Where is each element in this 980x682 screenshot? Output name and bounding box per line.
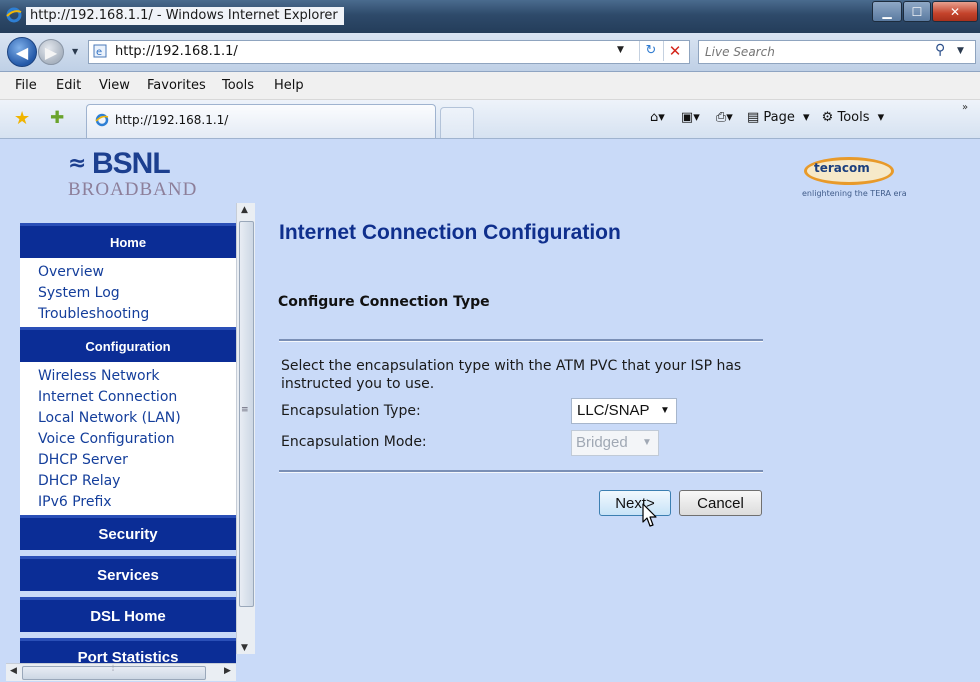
sidebar-link-internet-connection[interactable]: Internet Connection — [38, 387, 236, 408]
tools-menu-label: Tools — [837, 110, 870, 125]
window-title: http://192.168.1.1/ - Windows Internet E… — [26, 7, 344, 25]
menu-favorites[interactable]: Favorites — [147, 78, 206, 93]
chevron-down-icon: ▼ — [642, 437, 652, 448]
new-tab-button[interactable] — [440, 107, 474, 138]
home-icon[interactable]: ⌂▾ — [650, 110, 665, 125]
scroll-down-icon[interactable]: ▼ — [241, 643, 248, 653]
scroll-grip-icon: ≡ — [241, 405, 249, 415]
scroll-grip-horizontal-icon: ⦙ — [112, 664, 115, 674]
encapsulation-type-value: LLC/SNAP — [577, 402, 650, 419]
page-menu-label: Page — [763, 110, 795, 125]
nav-header-security[interactable]: Security — [20, 515, 236, 550]
print-icon[interactable]: ⎙▾ — [716, 110, 733, 125]
bsnl-swoosh-icon: ≈ — [68, 151, 87, 176]
encapsulation-mode-value: Bridged — [576, 434, 628, 451]
next-button[interactable]: Next> — [599, 490, 671, 516]
svg-text:e: e — [96, 47, 102, 58]
instructions-text: Select the encapsulation type with the A… — [281, 358, 742, 392]
refresh-icon[interactable]: ↻ — [639, 41, 662, 61]
tab-title: http://192.168.1.1/ — [115, 113, 229, 127]
page-icon: e — [93, 44, 107, 58]
brand-subtitle: BROADBAND — [68, 179, 198, 200]
sidebar-link-local-network[interactable]: Local Network (LAN) — [38, 408, 236, 429]
menu-bar: File Edit View Favorites Tools Help — [0, 72, 980, 100]
add-favorite-icon[interactable]: ✚ — [50, 108, 64, 128]
brand-name: BSNL — [92, 147, 171, 180]
tools-menu-button[interactable]: ⚙ Tools ▾ — [822, 110, 885, 125]
chevron-down-icon: ▼ — [660, 405, 670, 416]
command-tools: ⌂▾ ▣▾ ⎙▾ ▤ Page ▾ ⚙ Tools ▾ — [650, 110, 888, 125]
sidebar-horizontal-scrollbar[interactable]: ◀ ⦙ ▶ — [6, 663, 236, 681]
nav-header-dsl-home[interactable]: DSL Home — [20, 597, 236, 632]
close-button[interactable]: ✕ — [932, 1, 978, 22]
nav-header-services[interactable]: Services — [20, 556, 236, 591]
scroll-right-icon[interactable]: ▶ — [224, 666, 231, 676]
tab-current[interactable]: http://192.168.1.1/ — [86, 104, 436, 138]
chevron-more-icon[interactable]: » — [962, 102, 968, 113]
sidebar-vertical-scrollbar[interactable]: ▲ ≡ ▼ — [236, 203, 255, 654]
partner-name: teracom — [814, 161, 870, 175]
back-button[interactable]: ◀ — [7, 37, 37, 67]
page-menu-button[interactable]: ▤ Page ▾ — [747, 110, 810, 125]
nav-header-configuration[interactable]: Configuration — [20, 327, 236, 362]
scroll-up-icon[interactable]: ▲ — [241, 205, 248, 215]
sidebar-link-system-log[interactable]: System Log — [38, 283, 236, 304]
configuration-links: Wireless Network Internet Connection Loc… — [20, 362, 236, 515]
url-text: http://192.168.1.1/ — [115, 44, 238, 59]
teracom-logo: teracom enlightening the TERA era — [796, 149, 926, 201]
page-icon — [95, 113, 109, 127]
sidebar-link-voice-configuration[interactable]: Voice Configuration — [38, 429, 236, 450]
cancel-button[interactable]: Cancel — [679, 490, 762, 516]
divider — [279, 470, 763, 473]
sidebar-link-dhcp-server[interactable]: DHCP Server — [38, 450, 236, 471]
minimize-button[interactable]: ▁ — [872, 1, 902, 22]
stop-icon[interactable]: ✕ — [663, 41, 686, 61]
address-toolbar: ◀ ▶ ▼ e http://192.168.1.1/ ▼ ↻ ✕ ⚲ ▼ — [0, 33, 980, 72]
home-links: Overview System Log Troubleshooting — [20, 258, 236, 327]
sidebar-link-wireless-network[interactable]: Wireless Network — [38, 366, 236, 387]
command-bar: ★ ✚ http://192.168.1.1/ ⌂▾ ▣▾ ⎙▾ ▤ Page … — [0, 100, 980, 139]
web-page: ≈ BSNL BROADBAND teracom enlightening th… — [0, 139, 980, 682]
address-dropdown-icon[interactable]: ▼ — [617, 45, 624, 55]
window-titlebar: http://192.168.1.1/ - Windows Internet E… — [0, 0, 980, 33]
search-box[interactable]: ⚲ ▼ — [698, 40, 976, 64]
menu-edit[interactable]: Edit — [56, 78, 81, 93]
sidebar-link-ipv6-prefix[interactable]: IPv6 Prefix — [38, 492, 236, 513]
page-title: Internet Connection Configuration — [279, 221, 621, 244]
mouse-cursor-icon — [642, 503, 657, 527]
encapsulation-type-label: Encapsulation Type: — [281, 403, 421, 419]
menu-view[interactable]: View — [99, 78, 130, 93]
window-controls: ▁ ☐ ✕ — [872, 1, 978, 22]
sidebar-link-troubleshooting[interactable]: Troubleshooting — [38, 304, 236, 325]
sidebar-link-overview[interactable]: Overview — [38, 262, 236, 283]
menu-tools[interactable]: Tools — [222, 78, 254, 93]
page-header: ≈ BSNL BROADBAND teracom enlightening th… — [6, 139, 972, 203]
search-input[interactable] — [703, 43, 927, 61]
menu-file[interactable]: File — [15, 78, 37, 93]
scroll-left-icon[interactable]: ◀ — [10, 666, 17, 676]
forward-button[interactable]: ▶ — [38, 39, 64, 65]
menu-help[interactable]: Help — [274, 78, 304, 93]
nav-header-home[interactable]: Home — [20, 223, 236, 258]
sidebar: Home Overview System Log Troubleshooting… — [6, 203, 256, 668]
sidebar-link-dhcp-relay[interactable]: DHCP Relay — [38, 471, 236, 492]
recent-pages-dropdown[interactable]: ▼ — [72, 47, 78, 56]
divider — [279, 339, 763, 342]
bsnl-logo: ≈ BSNL BROADBAND — [68, 145, 198, 201]
encapsulation-mode-label: Encapsulation Mode: — [281, 434, 427, 450]
partner-tagline: enlightening the TERA era — [802, 189, 907, 198]
encapsulation-type-select[interactable]: LLC/SNAP ▼ — [571, 398, 677, 424]
favorites-star-icon[interactable]: ★ — [14, 108, 30, 129]
maximize-button[interactable]: ☐ — [903, 1, 931, 22]
search-dropdown-icon[interactable]: ▼ — [957, 46, 964, 56]
encapsulation-mode-select: Bridged ▼ — [571, 430, 659, 456]
search-icon[interactable]: ⚲ — [935, 42, 945, 58]
ie-icon — [6, 7, 22, 23]
main-content: Internet Connection Configuration Config… — [270, 203, 970, 668]
feeds-icon[interactable]: ▣▾ — [681, 110, 700, 125]
address-bar[interactable]: e http://192.168.1.1/ ▼ ↻ ✕ — [88, 40, 690, 64]
section-title: Configure Connection Type — [278, 294, 490, 310]
